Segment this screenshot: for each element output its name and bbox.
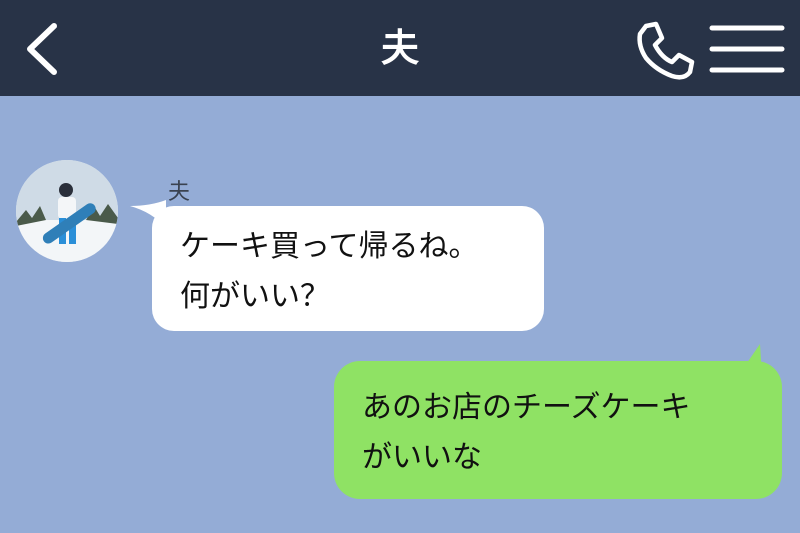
menu-button[interactable] xyxy=(708,22,786,76)
chat-title: 夫 xyxy=(380,26,419,70)
incoming-message-bubble[interactable]: ケーキ買って帰るね。 何がいい？ xyxy=(152,206,544,331)
chevron-left-icon xyxy=(27,23,57,75)
chat-header: 夫 xyxy=(0,0,800,96)
phone-icon xyxy=(637,21,695,80)
sender-name: 夫 xyxy=(168,180,191,205)
call-button[interactable] xyxy=(632,18,698,84)
hamburger-menu-icon xyxy=(709,25,785,73)
outgoing-message-bubble[interactable]: あのお店のチーズケーキ がいいな xyxy=(334,361,782,499)
message-line: ケーキ買って帰るね。 xyxy=(180,229,479,264)
snowboarder-avatar-image xyxy=(16,160,118,262)
message-line: がいいな xyxy=(362,440,482,475)
avatar[interactable] xyxy=(16,160,118,262)
message-line: 何がいい？ xyxy=(180,279,330,314)
back-button[interactable] xyxy=(18,18,68,80)
message-line: あのお店のチーズケーキ xyxy=(362,390,691,425)
